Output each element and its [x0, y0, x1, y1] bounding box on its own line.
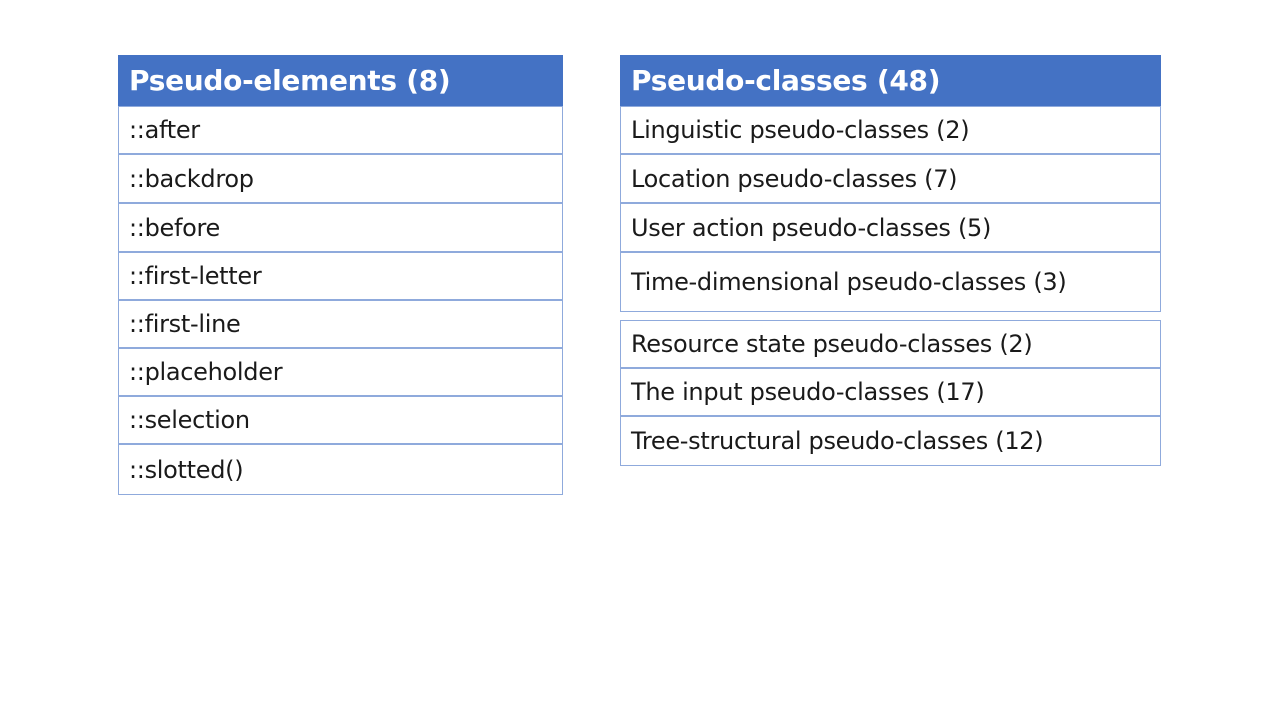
pseudo-classes-row: Location pseudo-classes (7) — [620, 154, 1161, 203]
pseudo-classes-row: The input pseudo-classes (17) — [620, 368, 1161, 416]
pseudo-elements-row: ::selection — [118, 396, 563, 444]
pseudo-classes-row: Time-dimensional pseudo-classes (3) — [620, 252, 1161, 312]
pseudo-elements-row: ::before — [118, 203, 563, 252]
pseudo-elements-row: ::placeholder — [118, 348, 563, 396]
pseudo-elements-row: ::slotted() — [118, 444, 563, 495]
pseudo-classes-row: User action pseudo-classes (5) — [620, 203, 1161, 252]
pseudo-elements-row: ::backdrop — [118, 154, 563, 203]
pseudo-classes-row: Linguistic pseudo-classes (2) — [620, 106, 1161, 154]
pseudo-classes-header: Pseudo-classes (48) — [620, 55, 1161, 106]
pseudo-elements-row: ::first-line — [118, 300, 563, 348]
pseudo-classes-row: Resource state pseudo-classes (2) — [620, 320, 1161, 368]
pseudo-elements-header: Pseudo-elements (8) — [118, 55, 563, 106]
pseudo-elements-row: ::after — [118, 106, 563, 154]
pseudo-classes-row: Tree-structural pseudo-classes (12) — [620, 416, 1161, 466]
pseudo-elements-row: ::first-letter — [118, 252, 563, 300]
